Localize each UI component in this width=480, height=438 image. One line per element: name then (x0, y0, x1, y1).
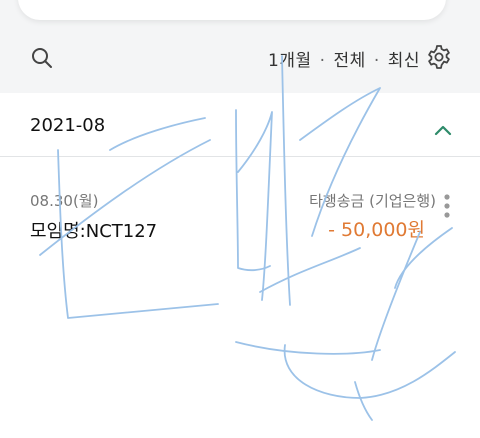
top-card (18, 0, 446, 20)
transaction-panel: 2021-08 08.30(월) 모임명:NCT127 타행송금 (기업은행) … (0, 93, 480, 438)
transaction-date: 08.30(월) (30, 192, 99, 210)
transaction-amount: - 50,000원 (328, 219, 425, 241)
search-icon[interactable] (30, 46, 54, 70)
filter-bar: 1개월 · 전체 · 최신 (0, 34, 480, 82)
month-label: 2021-08 (30, 115, 106, 136)
filter-separator: · (319, 51, 326, 71)
settings-icon[interactable] (426, 44, 452, 70)
more-icon[interactable] (441, 193, 453, 219)
filter-period: 1개월 (268, 51, 312, 71)
filter-sort: 최신 (387, 51, 420, 71)
filter-type: 전체 (333, 51, 366, 71)
transaction-type: 타행송금 (기업은행) (309, 192, 436, 210)
chevron-up-icon[interactable] (433, 121, 453, 136)
filter-options[interactable]: 1개월 · 전체 · 최신 (268, 46, 420, 71)
transaction-memo: 모임명:NCT127 (30, 221, 158, 242)
month-header[interactable]: 2021-08 (0, 93, 480, 156)
transaction-item[interactable]: 08.30(월) 모임명:NCT127 타행송금 (기업은행) - 50,000… (0, 157, 480, 247)
filter-separator: · (373, 51, 380, 71)
